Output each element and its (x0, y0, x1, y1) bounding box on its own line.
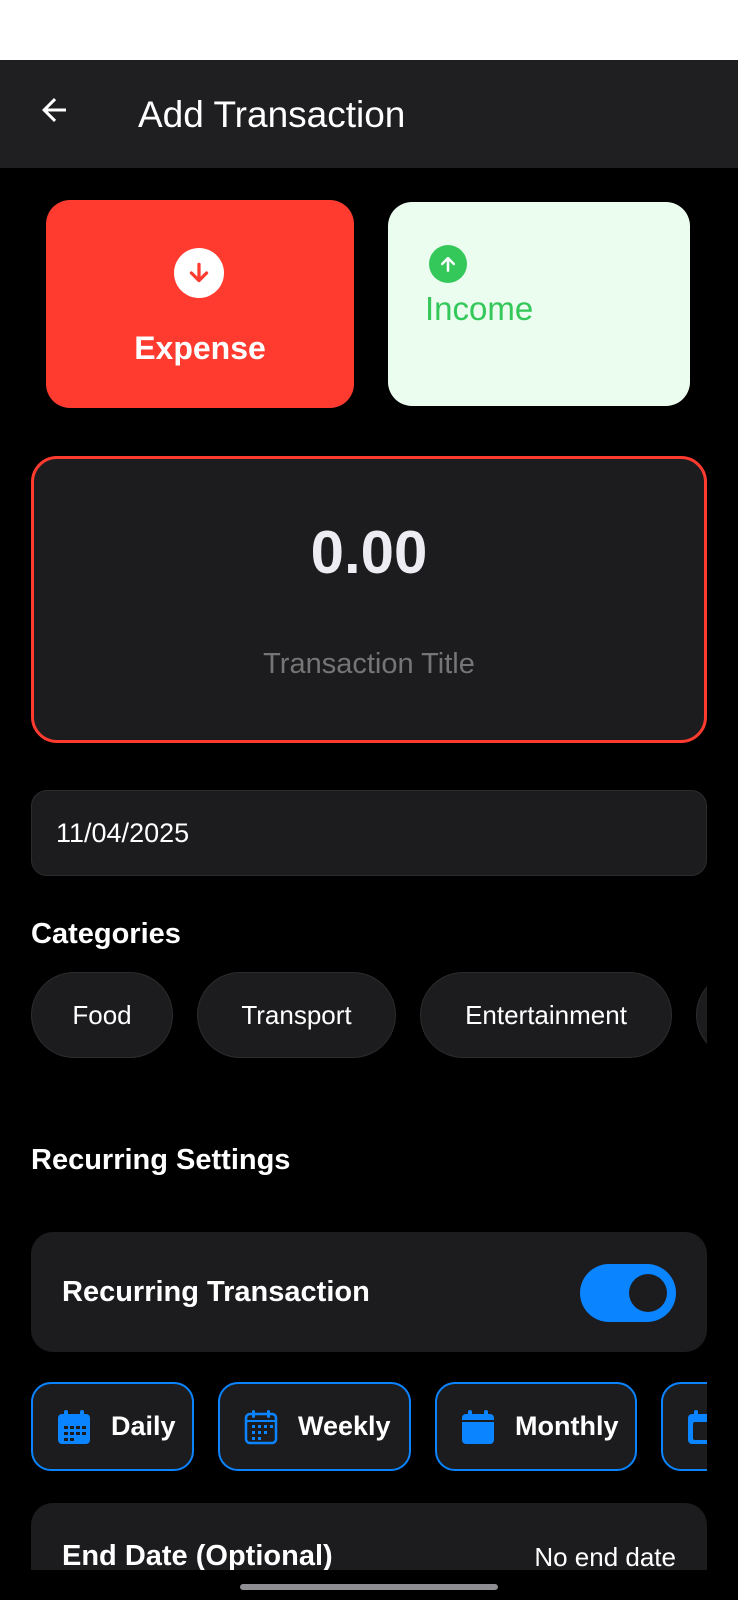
amount-input[interactable]: 0.00 (31, 518, 707, 587)
calendar-number-icon (687, 1409, 707, 1445)
app-bar: Add Transaction (0, 60, 738, 168)
frequency-weekly-button[interactable]: Weekly (218, 1382, 411, 1471)
frequency-monthly-button[interactable]: Monthly (435, 1382, 637, 1471)
frequency-list: Daily Weekly Monthly (0, 1381, 707, 1473)
income-label: Income (425, 290, 534, 327)
category-chip-list: Food Transport Entertainment (0, 972, 707, 1060)
expense-type-button[interactable] (46, 200, 354, 408)
category-chip-food[interactable]: Food (31, 972, 173, 1058)
arrow-left-icon (42, 98, 66, 122)
arrow-down-circle-icon (174, 248, 224, 298)
calendar-icon (461, 1409, 495, 1445)
end-date-label: End Date (Optional) (62, 1540, 333, 1572)
category-chip-more[interactable] (696, 972, 707, 1058)
status-bar (0, 0, 738, 60)
frequency-monthly-label: Monthly (515, 1411, 619, 1441)
expense-label: Expense (134, 330, 266, 366)
frequency-daily-button[interactable]: Daily (31, 1382, 194, 1471)
frequency-weekly-label: Weekly (298, 1411, 391, 1441)
frequency-daily-label: Daily (111, 1411, 176, 1441)
category-chip-entertainment[interactable]: Entertainment (420, 972, 672, 1058)
home-indicator[interactable] (240, 1584, 498, 1590)
categories-heading: Categories (31, 918, 181, 950)
category-chip-transport[interactable]: Transport (197, 972, 396, 1058)
recurring-settings-heading: Recurring Settings (31, 1144, 291, 1176)
calendar-grid-outline-icon (244, 1409, 278, 1445)
calendar-grid-icon (57, 1409, 91, 1445)
frequency-more-button[interactable] (661, 1382, 707, 1471)
back-button[interactable] (26, 82, 82, 138)
page-title: Add Transaction (138, 94, 406, 135)
end-date-value: No end date (534, 1542, 676, 1572)
arrow-up-circle-icon (429, 245, 467, 283)
date-value: 11/04/2025 (56, 818, 190, 848)
toggle-knob (629, 1274, 667, 1312)
amount-card (31, 456, 707, 743)
transaction-title-input[interactable] (150, 648, 588, 681)
recurring-toggle-label: Recurring Transaction (62, 1276, 370, 1308)
